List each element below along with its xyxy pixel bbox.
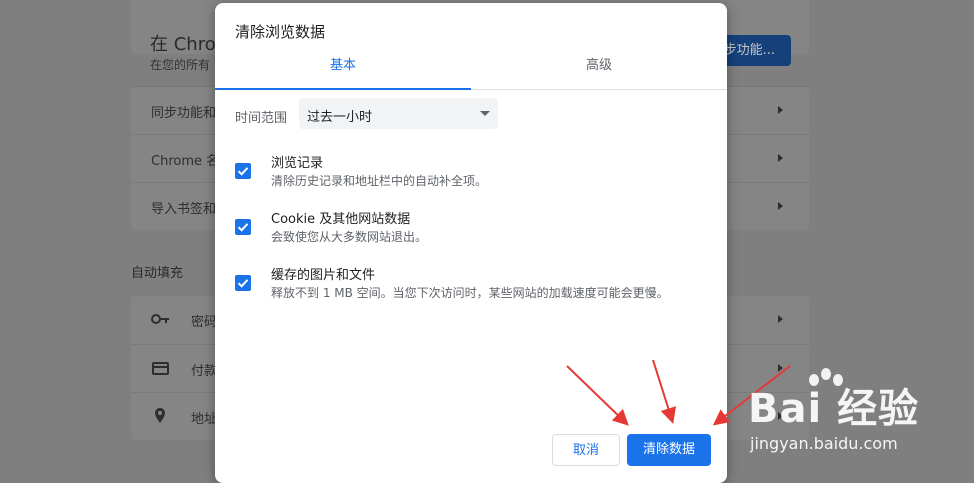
- settings-row-label: 付款: [191, 364, 218, 379]
- browsing-history-checkbox[interactable]: [235, 163, 251, 179]
- chevron-right-icon: [778, 154, 783, 162]
- time-range-label: 时间范围: [235, 111, 288, 126]
- settings-row-label: 密码: [191, 315, 218, 330]
- clear-data-button[interactable]: 清除数据: [627, 434, 711, 466]
- option-label: 浏览记录: [271, 156, 324, 171]
- option-description: 释放不到 1 MB 空间。当您下次访问时，某些网站的加载速度可能会更慢。: [271, 286, 669, 300]
- settings-row-label: 同步功能和: [151, 106, 217, 121]
- chevron-right-icon: [778, 315, 783, 323]
- dialog-title: 清除浏览数据: [235, 23, 326, 41]
- settings-row-label: 地址: [191, 412, 218, 427]
- settings-row-label: Chrome 名: [151, 154, 220, 169]
- time-range-value: 过去一小时: [307, 110, 373, 125]
- cached-files-checkbox[interactable]: [235, 275, 251, 291]
- checkmark-icon: [237, 167, 249, 176]
- option-cached-files: 缓存的图片和文件 释放不到 1 MB 空间。当您下次访问时，某些网站的加载速度可…: [235, 264, 705, 308]
- option-cookies: Cookie 及其他网站数据 会致使您从大多数网站退出。: [235, 208, 705, 252]
- dialog-tabs: 基本 高级: [215, 51, 727, 90]
- option-browsing-history: 浏览记录 清除历史记录和地址栏中的自动补全项。: [235, 152, 705, 196]
- chevron-right-icon: [778, 202, 783, 210]
- settings-row-label: 导入书签和: [151, 202, 217, 217]
- option-description: 会致使您从大多数网站退出。: [271, 230, 428, 244]
- checkmark-icon: [237, 223, 249, 232]
- option-label: 缓存的图片和文件: [271, 268, 376, 283]
- key-icon: [151, 314, 169, 324]
- settings-sync-subtitle: 在您的所有: [150, 58, 211, 72]
- checkmark-icon: [237, 279, 249, 288]
- credit-card-icon: [152, 362, 169, 375]
- baidu-jingyan-watermark: Bai 经验 jingyan.baidu.com: [748, 368, 974, 476]
- chevron-right-icon: [778, 106, 783, 114]
- time-range-select[interactable]: 过去一小时: [299, 98, 498, 129]
- active-tab-indicator: [215, 88, 471, 90]
- location-pin-icon: [155, 408, 165, 423]
- tab-advanced[interactable]: 高级: [471, 51, 727, 87]
- cancel-button[interactable]: 取消: [552, 434, 620, 466]
- watermark-url: jingyan.baidu.com: [750, 434, 898, 453]
- tab-basic[interactable]: 基本: [215, 51, 471, 87]
- autofill-section-header: 自动填充: [131, 266, 184, 281]
- option-label: Cookie 及其他网站数据: [271, 212, 411, 227]
- watermark-logo-text: Bai 经验: [748, 386, 920, 432]
- dropdown-arrow-icon: [480, 111, 490, 116]
- option-description: 清除历史记录和地址栏中的自动补全项。: [271, 174, 488, 188]
- cookies-checkbox[interactable]: [235, 219, 251, 235]
- clear-browsing-data-dialog: 清除浏览数据 基本 高级 时间范围 过去一小时 浏览记录 清除历史记录和地址栏中…: [215, 3, 727, 483]
